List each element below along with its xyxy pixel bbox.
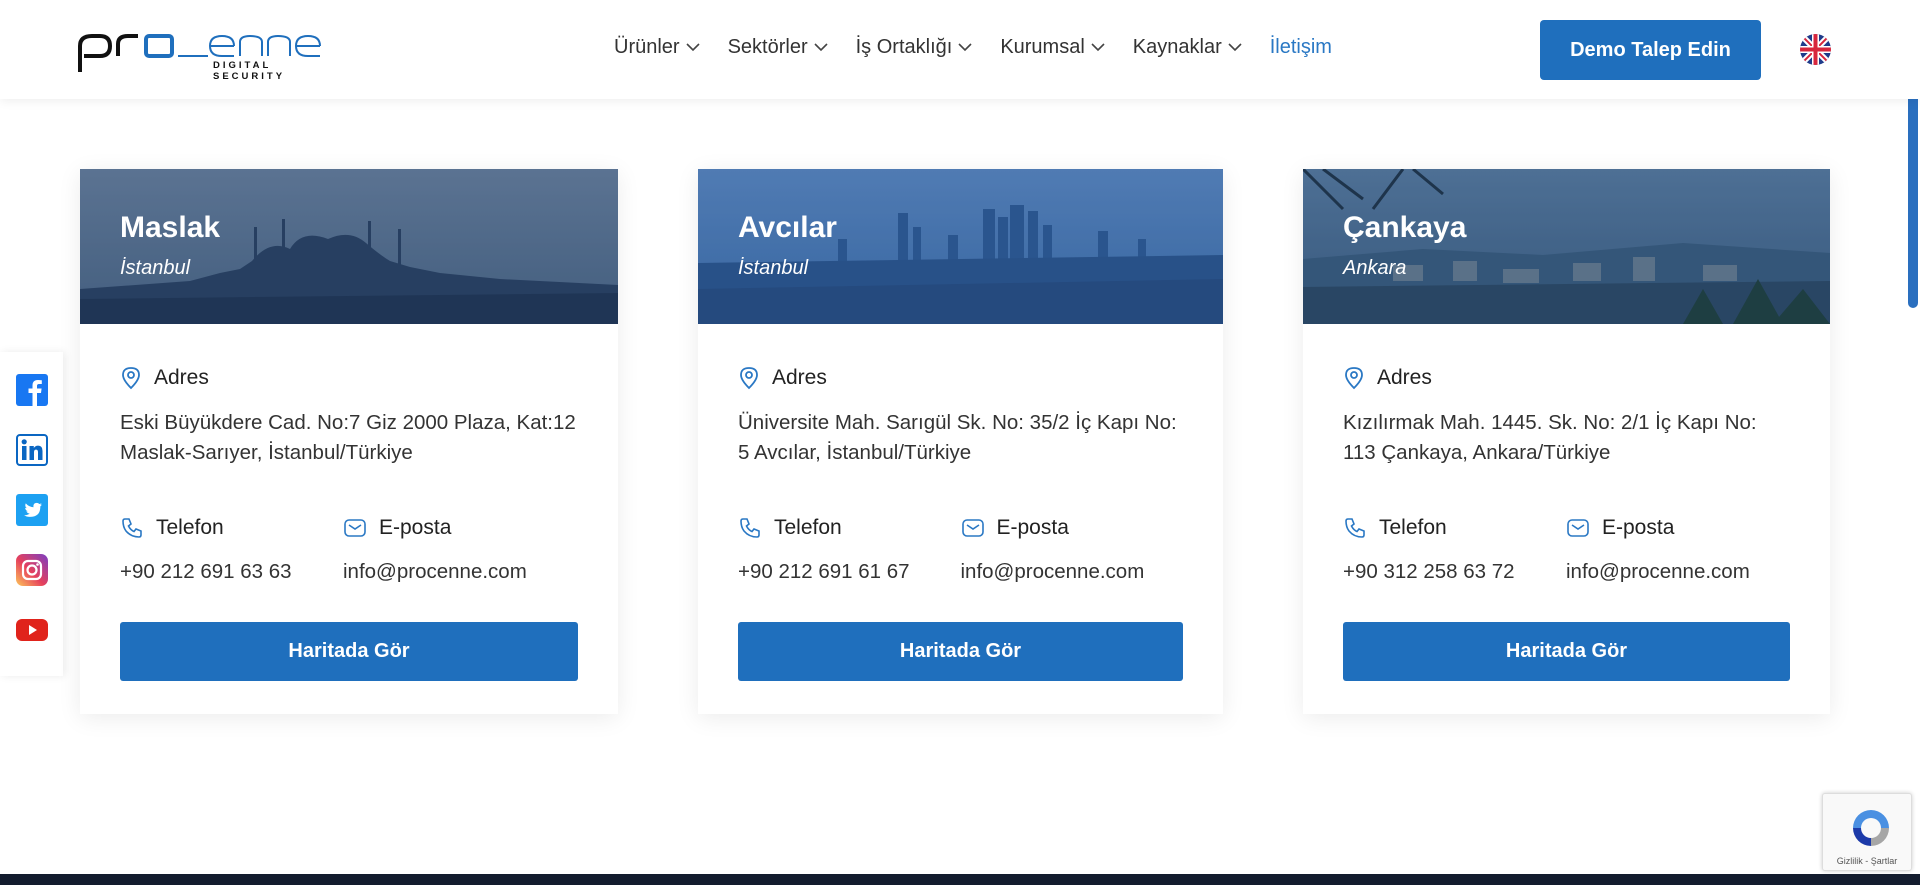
phone-icon [1345, 518, 1365, 538]
view-on-map-button[interactable]: Haritada Gör [1343, 622, 1790, 681]
nav-label: İş Ortaklığı [855, 36, 953, 58]
office-name: Maslak [120, 211, 221, 244]
office-hero-image: Çankaya Ankara [1303, 169, 1830, 324]
office-name: Avcılar [738, 211, 837, 244]
phone-block: Telefon +90 312 258 63 72 [1343, 516, 1566, 584]
recaptcha-icon [1853, 810, 1889, 846]
office-card-maslak: Maslak İstanbul Adres Eski Büyükdere Cad… [80, 169, 618, 714]
office-phone[interactable]: +90 212 691 63 63 [120, 560, 343, 584]
office-email[interactable]: info@procenne.com [1566, 560, 1789, 584]
office-city: Ankara [1343, 257, 1407, 279]
location-pin-icon [1345, 367, 1363, 390]
office-address: Kızılırmak Mah. 1445. Sk. No: 2/1 İç Kap… [1343, 411, 1757, 464]
procenne-logo[interactable]: DIGITAL SECURITY [78, 26, 341, 82]
email-label: E-posta [1602, 516, 1675, 539]
nav-kurumsal[interactable]: Kurumsal [1000, 36, 1105, 59]
phone-label: Telefon [1379, 516, 1447, 539]
phone-label: Telefon [156, 516, 224, 539]
office-name: Çankaya [1343, 211, 1467, 244]
email-icon [344, 519, 366, 537]
address-label: Adres [154, 366, 209, 389]
twitter-icon[interactable] [15, 494, 48, 526]
location-pin-icon [740, 367, 758, 390]
logo-tagline: DIGITAL SECURITY [213, 60, 286, 82]
office-card-cankaya: Çankaya Ankara Adres Kızılırmak Mah. 144… [1303, 169, 1830, 714]
social-sidebar [0, 352, 63, 676]
phone-block: Telefon +90 212 691 61 67 [738, 516, 961, 584]
nav-label: Kurumsal [1000, 36, 1085, 58]
office-phone[interactable]: +90 212 691 61 67 [738, 560, 961, 584]
office-hero-image: Maslak İstanbul [80, 169, 618, 324]
address-label: Adres [1377, 366, 1432, 389]
email-block: E-posta info@procenne.com [961, 516, 1184, 584]
demo-request-button[interactable]: Demo Talep Edin [1540, 20, 1761, 80]
email-label: E-posta [379, 516, 452, 539]
phone-block: Telefon +90 212 691 63 63 [120, 516, 343, 584]
address-heading: Adres [120, 366, 578, 390]
chevron-down-icon [958, 43, 972, 52]
office-city: İstanbul [738, 257, 809, 279]
recaptcha-badge[interactable]: Gizlilik - Şartlar [1822, 793, 1912, 871]
office-address: Üniversite Mah. Sarıgül Sk. No: 35/2 İç … [738, 411, 1177, 464]
email-block: E-posta info@procenne.com [343, 516, 566, 584]
nav-label: Kaynaklar [1132, 36, 1222, 58]
office-phone[interactable]: +90 312 258 63 72 [1343, 560, 1566, 584]
address-heading: Adres [738, 366, 1183, 390]
email-label: E-posta [996, 516, 1069, 539]
linkedin-icon[interactable] [15, 434, 48, 466]
nav-sektorler[interactable]: Sektörler [728, 36, 828, 59]
youtube-icon[interactable] [15, 614, 48, 646]
nav-label: İletişim [1269, 36, 1332, 58]
email-block: E-posta info@procenne.com [1566, 516, 1789, 584]
office-hero-image: Avcılar İstanbul [698, 169, 1223, 324]
nav-label: Sektörler [727, 36, 808, 58]
instagram-icon[interactable] [15, 554, 48, 586]
chevron-down-icon [686, 43, 700, 52]
chevron-down-icon [1228, 43, 1242, 52]
office-email[interactable]: info@procenne.com [343, 560, 566, 584]
view-on-map-button[interactable]: Haritada Gör [120, 622, 578, 681]
phone-label: Telefon [774, 516, 842, 539]
phone-icon [122, 518, 142, 538]
nav-label: Ürünler [614, 36, 680, 58]
chevron-down-icon [814, 43, 828, 52]
address-label: Adres [772, 366, 827, 389]
phone-icon [740, 518, 760, 538]
office-address: Eski Büyükdere Cad. No:7 Giz 2000 Plaza,… [120, 411, 576, 464]
uk-flag-icon[interactable] [1800, 34, 1831, 65]
view-on-map-button[interactable]: Haritada Gör [738, 622, 1183, 681]
nav-is-ortakligi[interactable]: İş Ortaklığı [856, 36, 973, 59]
office-email[interactable]: info@procenne.com [961, 560, 1184, 584]
site-header: DIGITAL SECURITY Ürünler Sektörler İş Or… [0, 0, 1920, 99]
chevron-down-icon [1091, 43, 1105, 52]
nav-kaynaklar[interactable]: Kaynaklar [1133, 36, 1242, 59]
email-icon [1567, 519, 1589, 537]
address-heading: Adres [1343, 366, 1790, 390]
location-pin-icon [122, 367, 140, 390]
office-city: İstanbul [120, 257, 191, 279]
main-nav: Ürünler Sektörler İş Ortaklığı Kurumsal … [614, 36, 1360, 59]
facebook-icon[interactable] [15, 374, 48, 406]
email-icon [961, 519, 984, 537]
office-card-avcilar: Avcılar İstanbul Adres Üniversite Mah. S… [698, 169, 1223, 714]
nav-iletisim[interactable]: İletişim [1270, 36, 1332, 59]
nav-urunler[interactable]: Ürünler [614, 36, 700, 59]
footer-strip [0, 874, 1920, 885]
recaptcha-links[interactable]: Gizlilik - Şartlar [1823, 856, 1911, 866]
